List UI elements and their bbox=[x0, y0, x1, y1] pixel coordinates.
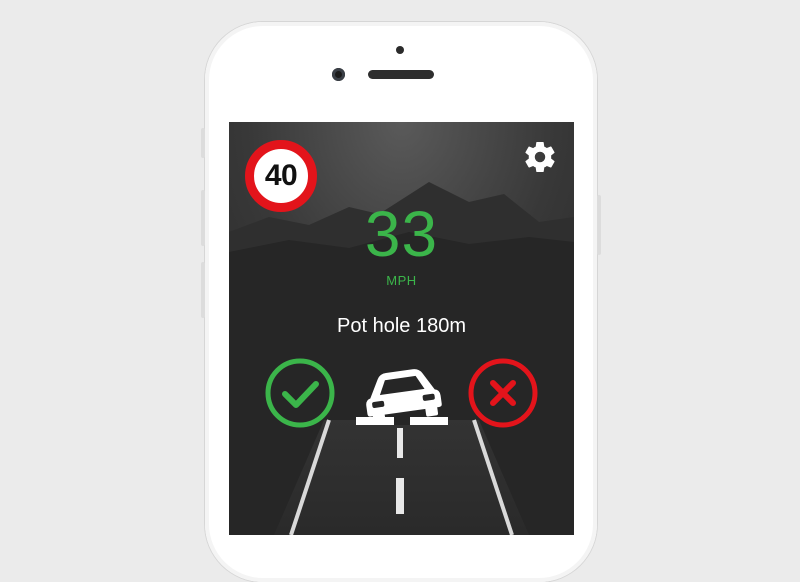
cross-icon bbox=[490, 380, 516, 406]
mute-switch bbox=[201, 128, 205, 158]
front-camera bbox=[332, 68, 345, 81]
confirm-hazard-button[interactable] bbox=[264, 357, 336, 429]
speed-unit: MPH bbox=[386, 273, 417, 288]
volume-up-button bbox=[201, 190, 205, 246]
car-pothole-icon bbox=[356, 369, 448, 425]
current-speed: 33 bbox=[364, 198, 439, 270]
power-button bbox=[597, 195, 601, 255]
gear-icon[interactable] bbox=[522, 139, 558, 175]
volume-down-button bbox=[201, 262, 205, 318]
checkmark-icon bbox=[282, 381, 319, 408]
app-screen: 40 33 MPH Pot hole 180m bbox=[229, 122, 574, 535]
speed-limit-value: 40 bbox=[264, 159, 298, 192]
dismiss-hazard-button[interactable] bbox=[467, 357, 539, 429]
earpiece-speaker bbox=[368, 70, 434, 79]
proximity-sensor bbox=[396, 46, 404, 54]
hazard-alert-text: Pot hole 180m bbox=[337, 315, 466, 337]
